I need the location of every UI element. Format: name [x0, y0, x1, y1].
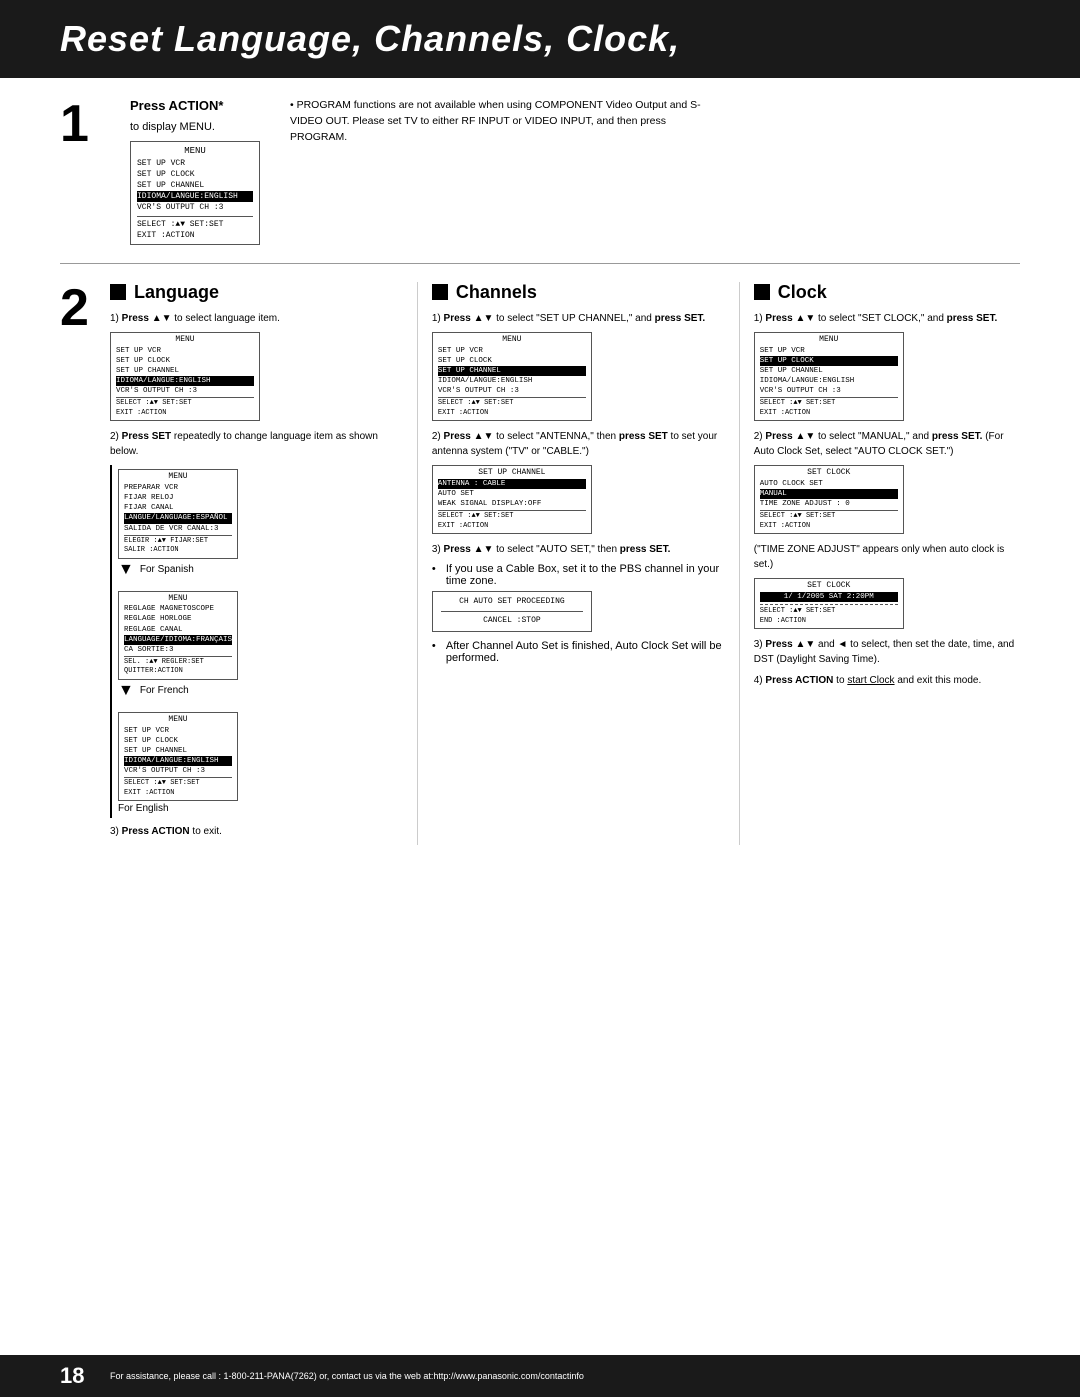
step1-menu: MENU SET UP VCR SET UP CLOCK SET UP CHAN… — [130, 141, 260, 245]
for-french-row: ▼ For French — [118, 682, 238, 700]
down-arrow-french: ▼ — [118, 682, 134, 700]
step1-left: Press ACTION* to display MENU. MENU SET … — [130, 98, 260, 245]
menu-item-selected: IDIOMA/LANGUE:ENGLISH — [137, 191, 253, 202]
page: Reset Language, Channels, Clock, 1 Press… — [0, 0, 1080, 1397]
lang-step2: 2) Press SET repeatedly to change langua… — [110, 429, 403, 459]
lang-step3: 3) Press ACTION to exit. — [110, 824, 403, 839]
ch-note2: • After Channel Auto Set is finished, Au… — [432, 640, 725, 664]
menu-item: VCR'S OUTPUT CH :3 — [137, 202, 253, 213]
bracket-group: MENU PREPARAR VCR FIJAR RELOJ FIJAR CANA… — [110, 465, 403, 818]
section1: 1 Press ACTION* to display MENU. MENU SE… — [60, 98, 1020, 264]
language-column: Language 1) Press ▲▼ to select language … — [110, 282, 418, 845]
press-action-label: Press ACTION* — [130, 98, 223, 113]
clock-column: Clock 1) Press ▲▼ to select "SET CLOCK,"… — [740, 282, 1020, 845]
ch-step1: 1) Press ▲▼ to select "SET UP CHANNEL," … — [432, 311, 725, 326]
ch-note1: • If you use a Cable Box, set it to the … — [432, 563, 725, 587]
press-action-sub: to display MENU. — [130, 121, 215, 133]
for-french-label: For French — [140, 685, 189, 696]
menu-item: SET UP CHANNEL — [137, 180, 253, 191]
section2: 2 Language 1) Press ▲▼ to select languag… — [60, 282, 1020, 845]
menu-footer2: EXIT :ACTION — [137, 230, 253, 241]
sm-title: MENU — [116, 335, 254, 346]
menu-footer: SELECT :▲▼ SET:SET — [137, 219, 253, 230]
spanish-menu-container: MENU PREPARAR VCR FIJAR RELOJ FIJAR CANA… — [118, 465, 238, 582]
menu-item: SET UP CLOCK — [137, 169, 253, 180]
menu-item: SET UP VCR — [137, 158, 253, 169]
down-arrow-spanish: ▼ — [118, 561, 134, 579]
page-title: Reset Language, Channels, Clock, — [60, 18, 680, 59]
channels-icon — [432, 284, 448, 300]
main-content: 1 Press ACTION* to display MENU. MENU SE… — [0, 78, 1080, 1355]
lang-menu1: MENU SET UP VCR SET UP CLOCK SET UP CHAN… — [110, 332, 260, 421]
page-number: 18 — [60, 1363, 90, 1389]
clock-step3: 3) Press ▲▼ and ◄ to select, then set th… — [754, 637, 1020, 667]
bracket-line-container — [110, 465, 112, 818]
clock-step1: 1) Press ▲▼ to select "SET CLOCK," and p… — [754, 311, 1020, 326]
ch-auto-box: CH AUTO SET PROCEEDING CANCEL :STOP — [432, 591, 592, 632]
clock-date-box: SET CLOCK 1/ 1/2005 SAT 2:20PM SELECT :▲… — [754, 578, 904, 629]
step1-note: • PROGRAM functions are not available wh… — [290, 98, 710, 145]
french-menu-container: MENU REGLAGE MAGNETOSCOPE REGLAGE HORLOG… — [118, 587, 238, 704]
clock-step2: 2) Press ▲▼ to select "MANUAL," and pres… — [754, 429, 1020, 459]
bullet-dot: • — [432, 640, 442, 664]
language-header: Language — [110, 282, 403, 303]
for-spanish-row: ▼ For Spanish — [118, 561, 238, 579]
channels-column: Channels 1) Press ▲▼ to select "SET UP C… — [418, 282, 740, 845]
step1-note-text: PROGRAM functions are not available when… — [290, 99, 701, 143]
step2-number: 2 — [60, 282, 100, 334]
clock-header: Clock — [754, 282, 1020, 303]
english-menu-container: MENU SET UP VCR SET UP CLOCK SET UP CHAN… — [118, 708, 238, 818]
clock-menu2: SET CLOCK AUTO CLOCK SET MANUAL TIME ZON… — [754, 465, 904, 534]
clock-icon — [754, 284, 770, 300]
bullet-dot: • — [290, 99, 297, 111]
header-banner: Reset Language, Channels, Clock, — [0, 0, 1080, 78]
spanish-menu: MENU PREPARAR VCR FIJAR RELOJ FIJAR CANA… — [118, 469, 238, 558]
bracket-items: MENU PREPARAR VCR FIJAR RELOJ FIJAR CANA… — [118, 465, 238, 818]
ch-menu1: MENU SET UP VCR SET UP CLOCK SET UP CHAN… — [432, 332, 592, 421]
clock-menu1: MENU SET UP VCR SET UP CLOCK SET UP CHAN… — [754, 332, 904, 421]
ch-step3: 3) Press ▲▼ to select "AUTO SET," then p… — [432, 542, 725, 557]
ch-note2-text: After Channel Auto Set is finished, Auto… — [446, 640, 725, 664]
clock-tz-note: ("TIME ZONE ADJUST" appears only when au… — [754, 542, 1020, 572]
columns: Language 1) Press ▲▼ to select language … — [110, 282, 1020, 845]
ch-note1-text: If you use a Cable Box, set it to the PB… — [446, 563, 725, 587]
step1-number: 1 — [60, 98, 100, 150]
language-icon — [110, 284, 126, 300]
footer-bar: 18 For assistance, please call : 1-800-2… — [0, 1355, 1080, 1397]
ch-menu2: SET UP CHANNEL ANTENNA : CABLE AUTO SET … — [432, 465, 592, 534]
clock-title: Clock — [778, 282, 827, 303]
lang-step1: 1) Press ▲▼ to select language item. — [110, 311, 403, 326]
for-spanish-label: For Spanish — [140, 564, 194, 575]
channels-header: Channels — [432, 282, 725, 303]
french-menu: MENU REGLAGE MAGNETOSCOPE REGLAGE HORLOG… — [118, 591, 238, 680]
for-english-label: For English — [118, 803, 238, 814]
language-title: Language — [134, 282, 219, 303]
ch-step2: 2) Press ▲▼ to select "ANTENNA," then pr… — [432, 429, 725, 459]
channels-title: Channels — [456, 282, 537, 303]
clock-step4: 4) Press ACTION to start Clock and exit … — [754, 673, 1020, 688]
footer-support-text: For assistance, please call : 1-800-211-… — [110, 1371, 584, 1381]
english-menu: MENU SET UP VCR SET UP CLOCK SET UP CHAN… — [118, 712, 238, 801]
bullet-dot: • — [432, 563, 442, 587]
menu-title: MENU — [137, 145, 253, 158]
